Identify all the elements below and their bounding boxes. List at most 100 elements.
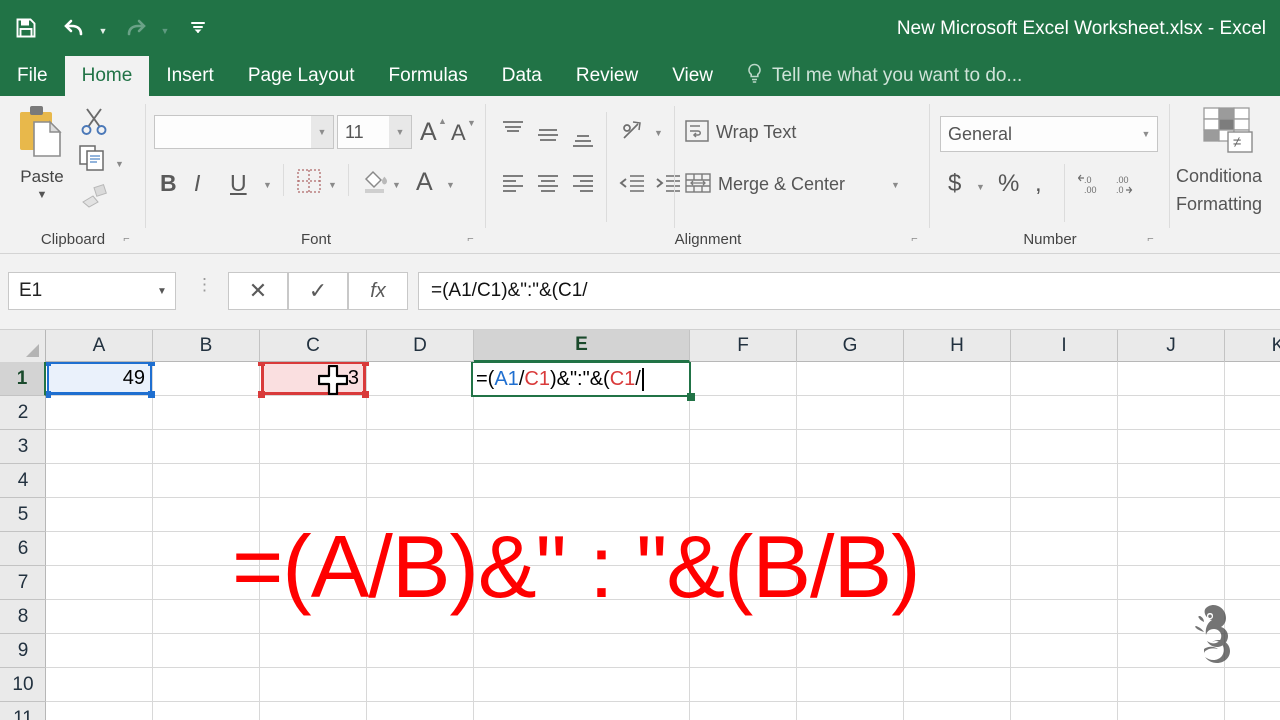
row-header-3[interactable]: 3 (0, 430, 46, 464)
clipboard-dialog-launcher[interactable]: ⌐ (120, 233, 133, 246)
font-color-icon[interactable]: A (416, 168, 433, 197)
redo-dropdown-caret[interactable]: ▼ (158, 6, 172, 50)
row-header-11[interactable]: 11 (0, 702, 46, 720)
formula-input[interactable]: =(A1/C1)&":"&(C1/ (418, 272, 1280, 310)
align-right-icon[interactable] (570, 172, 596, 194)
row-header-2[interactable]: 2 (0, 396, 46, 430)
merge-center-label[interactable]: Merge & Center (718, 174, 845, 195)
underline-dropdown-caret[interactable]: ▼ (263, 180, 272, 190)
wrap-text-icon[interactable] (684, 118, 710, 144)
borders-dropdown-caret[interactable]: ▼ (328, 180, 337, 190)
bottom-align-icon[interactable] (570, 130, 596, 154)
row-header-8[interactable]: 8 (0, 600, 46, 634)
copy-dropdown-caret[interactable]: ▼ (115, 159, 124, 169)
row-header-4[interactable]: 4 (0, 464, 46, 498)
cancel-formula-button[interactable]: ✕ (228, 272, 288, 310)
column-header-h[interactable]: H (904, 330, 1011, 362)
font-name-caret[interactable]: ▼ (311, 116, 333, 148)
grow-font-button[interactable]: A (420, 118, 437, 147)
paste-dropdown-caret[interactable]: ▼ (10, 189, 74, 201)
currency-dropdown-caret[interactable]: ▼ (976, 182, 985, 192)
column-header-a[interactable]: A (46, 330, 153, 362)
underline-button[interactable]: U (230, 170, 247, 197)
save-icon[interactable] (4, 6, 48, 50)
merge-center-icon[interactable] (684, 170, 712, 196)
alignment-dialog-launcher[interactable]: ⌐ (908, 233, 921, 246)
shrink-font-button[interactable]: A (451, 120, 466, 146)
tab-review[interactable]: Review (559, 56, 655, 96)
cut-button[interactable] (78, 106, 110, 141)
column-header-b[interactable]: B (153, 330, 260, 362)
font-color-dropdown-caret[interactable]: ▼ (446, 180, 455, 190)
tab-home[interactable]: Home (65, 56, 150, 96)
number-format-combo[interactable]: General ▼ (940, 116, 1158, 152)
align-left-icon[interactable] (500, 172, 526, 194)
font-size-combo[interactable]: 11 ▼ (337, 115, 412, 149)
italic-button[interactable]: I (194, 170, 200, 197)
paste-button[interactable]: Paste ▼ (10, 104, 74, 201)
comma-button[interactable]: , (1035, 170, 1042, 198)
enter-formula-button[interactable]: ✓ (288, 272, 348, 310)
row-header-10[interactable]: 10 (0, 668, 46, 702)
tell-me-search[interactable]: Tell me what you want to do... (730, 56, 1038, 96)
tab-formulas[interactable]: Formulas (372, 56, 485, 96)
merge-center-dropdown-caret[interactable]: ▼ (891, 180, 900, 190)
column-header-e[interactable]: E (474, 330, 690, 362)
bold-button[interactable]: B (160, 170, 177, 197)
cell-a1[interactable]: 49 (47, 362, 149, 395)
number-dialog-launcher[interactable]: ⌐ (1144, 233, 1157, 246)
customize-qat-icon[interactable] (176, 6, 220, 50)
column-header-k[interactable]: K (1225, 330, 1280, 362)
decrease-indent-icon[interactable] (618, 172, 646, 194)
column-header-i[interactable]: I (1011, 330, 1118, 362)
fill-handle[interactable] (687, 393, 695, 401)
column-header-d[interactable]: D (367, 330, 474, 362)
select-all-corner[interactable] (0, 330, 46, 362)
copy-button[interactable] (78, 144, 108, 177)
currency-button[interactable]: $ (948, 170, 961, 198)
increase-indent-icon[interactable] (654, 172, 682, 194)
insert-function-button[interactable]: fx (348, 272, 408, 310)
fill-color-dropdown-caret[interactable]: ▼ (392, 180, 401, 190)
center-icon[interactable] (535, 172, 561, 194)
row-header-9[interactable]: 9 (0, 634, 46, 668)
tab-page-layout[interactable]: Page Layout (231, 56, 372, 96)
redo-icon[interactable] (114, 6, 158, 50)
tab-data[interactable]: Data (485, 56, 559, 96)
font-name-combo[interactable]: ▼ (154, 115, 334, 149)
percent-button[interactable]: % (998, 170, 1019, 198)
undo-icon[interactable] (52, 6, 96, 50)
middle-align-icon[interactable] (535, 124, 561, 148)
column-header-c[interactable]: C (260, 330, 367, 362)
font-divider-2 (348, 164, 349, 196)
font-size-caret[interactable]: ▼ (389, 116, 411, 148)
column-header-f[interactable]: F (690, 330, 797, 362)
row-header-6[interactable]: 6 (0, 532, 46, 566)
column-header-g[interactable]: G (797, 330, 904, 362)
row-header-7[interactable]: 7 (0, 566, 46, 600)
conditional-formatting-label-line2[interactable]: Formatting (1176, 194, 1262, 215)
wrap-text-label[interactable]: Wrap Text (716, 122, 796, 143)
conditional-formatting-icon[interactable]: ≠ (1202, 106, 1258, 158)
fill-color-icon[interactable] (360, 166, 388, 194)
conditional-formatting-label-line1[interactable]: Conditiona (1176, 166, 1262, 187)
row-header-1[interactable]: 1 (0, 362, 46, 396)
top-align-icon[interactable] (500, 118, 526, 142)
number-format-caret[interactable]: ▼ (1135, 117, 1157, 151)
name-box-caret[interactable]: ▼ (149, 286, 175, 297)
decrease-decimal-icon[interactable]: .0 .00 (1078, 172, 1108, 196)
name-box[interactable]: E1 ▼ (8, 272, 176, 310)
undo-dropdown-caret[interactable]: ▼ (96, 6, 110, 50)
borders-icon[interactable] (296, 168, 322, 194)
increase-decimal-icon[interactable]: .00 .0 (1112, 172, 1142, 196)
tab-insert[interactable]: Insert (149, 56, 231, 96)
orientation-icon[interactable] (620, 118, 648, 144)
format-painter-button[interactable] (78, 182, 110, 215)
tab-file[interactable]: File (0, 56, 65, 96)
tab-view[interactable]: View (655, 56, 730, 96)
cell-e1-active-edit[interactable]: =(A1/C1)&":"&(C1/ (471, 362, 691, 397)
orientation-dropdown-caret[interactable]: ▼ (654, 128, 663, 138)
column-header-j[interactable]: J (1118, 330, 1225, 362)
row-header-5[interactable]: 5 (0, 498, 46, 532)
font-dialog-launcher[interactable]: ⌐ (464, 233, 477, 246)
